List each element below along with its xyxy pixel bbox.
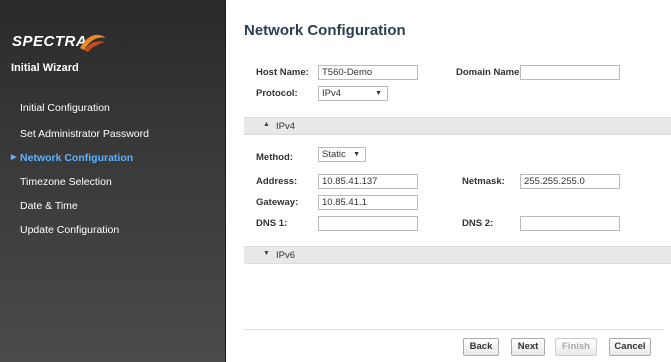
finish-button[interactable]: Finish (555, 338, 597, 356)
logo-swoosh-icon (80, 34, 106, 52)
play-icon: ▶ (11, 154, 17, 161)
address-input[interactable]: 10.85.41.137 (318, 174, 418, 189)
nav-item-label: Initial Configuration (20, 102, 110, 114)
cancel-button[interactable]: Cancel (609, 338, 651, 356)
next-button[interactable]: Next (511, 338, 545, 356)
ipv4-section-label: IPv4 (276, 121, 296, 132)
nav-item-label: Timezone Selection (20, 176, 112, 188)
dns2-label: DNS 2: (462, 218, 494, 229)
dns1-label: DNS 1: (256, 218, 288, 229)
host-name-label: Host Name: (256, 67, 309, 78)
address-label: Address: (256, 176, 298, 187)
logo-text: SPECTRA (12, 32, 88, 50)
wizard-nav: Initial Configuration Set Administrator … (0, 96, 226, 242)
nav-item-set-administrator-password[interactable]: Set Administrator Password (0, 122, 226, 146)
ipv6-section-header[interactable]: ▼ IPv6 (244, 246, 671, 264)
chevron-up-icon: ▲ (263, 121, 270, 128)
back-button[interactable]: Back (463, 338, 499, 356)
dns1-input[interactable] (318, 216, 418, 231)
netmask-input[interactable]: 255.255.255.0 (520, 174, 620, 189)
ipv4-section-header[interactable]: ▲ IPv4 (244, 117, 671, 135)
host-name-input[interactable]: T560-Demo (318, 65, 418, 80)
ipv6-section-label: IPv6 (276, 250, 296, 261)
footer-divider (244, 329, 664, 330)
page-title: Network Configuration (244, 22, 406, 39)
wizard-title: Initial Wizard (11, 62, 79, 74)
dns2-input[interactable] (520, 216, 620, 231)
gateway-label: Gateway: (256, 197, 299, 208)
nav-item-label: Set Administrator Password (20, 128, 149, 140)
nav-item-initial-configuration[interactable]: Initial Configuration (0, 96, 226, 120)
gateway-input[interactable]: 10.85.41.1 (318, 195, 418, 210)
method-label: Method: (256, 152, 293, 163)
nav-item-label: Date & Time (20, 200, 78, 212)
chevron-down-icon: ▼ (263, 250, 270, 257)
domain-name-input[interactable] (520, 65, 620, 80)
netmask-label: Netmask: (462, 176, 505, 187)
caret-down-icon: ▼ (375, 90, 382, 97)
spectra-logo: SPECTRA (12, 28, 106, 54)
protocol-select[interactable]: IPv4 ▼ (318, 86, 388, 101)
method-select[interactable]: Static ▼ (318, 147, 366, 162)
nav-item-label: Update Configuration (20, 224, 120, 236)
caret-down-icon: ▼ (353, 151, 360, 158)
nav-item-update-configuration[interactable]: Update Configuration (0, 218, 226, 242)
nav-item-date-time[interactable]: Date & Time (0, 194, 226, 218)
domain-name-label: Domain Name: (456, 67, 523, 78)
nav-item-timezone-selection[interactable]: Timezone Selection (0, 170, 226, 194)
protocol-value: IPv4 (322, 88, 342, 99)
nav-item-network-configuration[interactable]: ▶ Network Configuration (0, 146, 226, 170)
sidebar: SPECTRA Initial Wizard Initial Configura… (0, 0, 226, 362)
nav-item-label: Network Configuration (20, 152, 134, 164)
protocol-label: Protocol: (256, 88, 298, 99)
main-panel: Network Configuration Host Name: T560-De… (226, 0, 671, 362)
method-value: Static (322, 149, 346, 160)
